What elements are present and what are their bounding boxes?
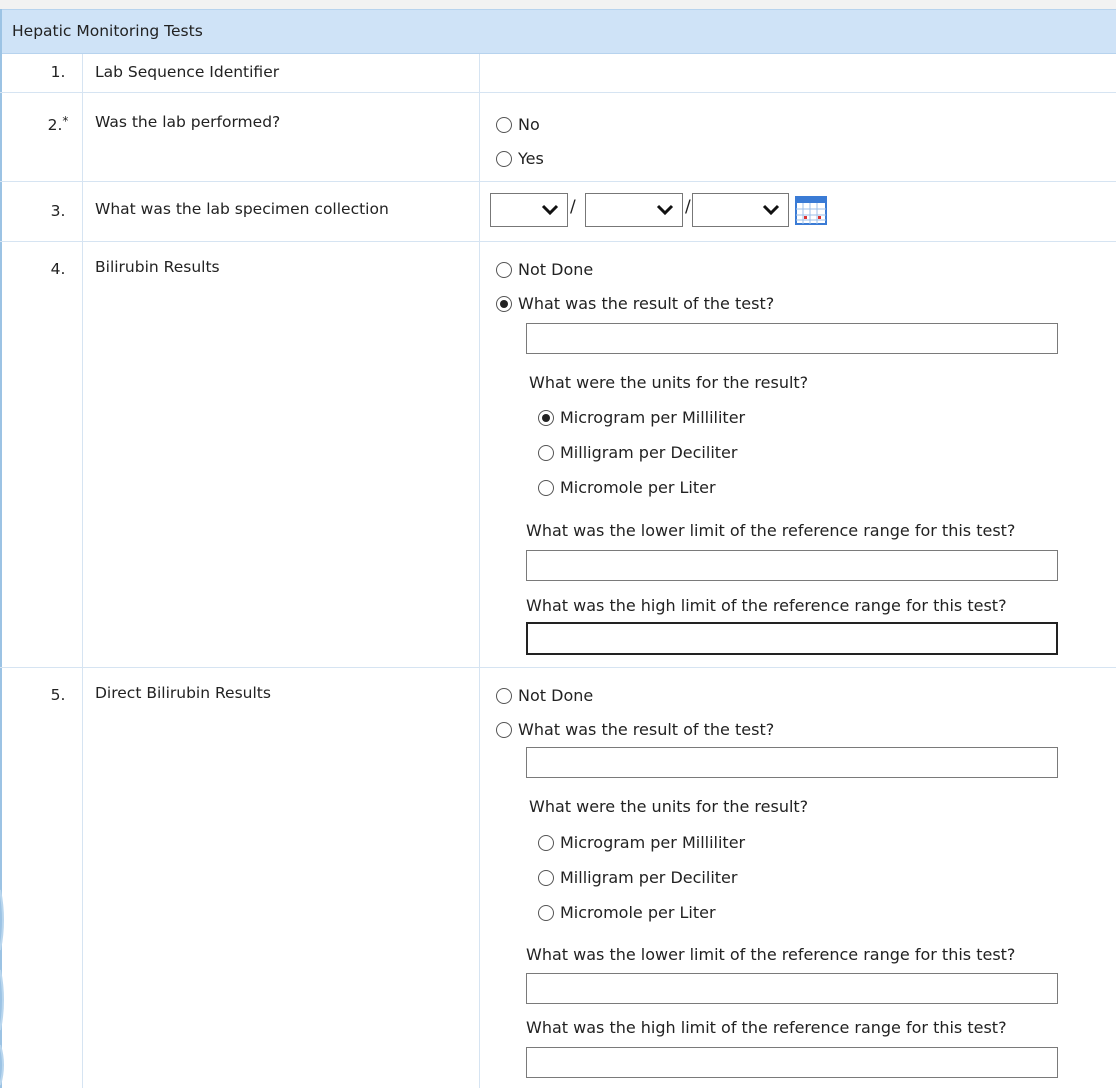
high-limit-prompt: What was the high limit of the reference… — [526, 1018, 1007, 1037]
day-select[interactable] — [585, 193, 683, 227]
option-label: No — [518, 115, 540, 134]
row-divider — [0, 667, 1116, 668]
top-strip — [0, 0, 1116, 9]
radio-button[interactable] — [538, 904, 554, 921]
lower-limit-prompt: What was the lower limit of the referenc… — [526, 521, 1016, 540]
radio-button[interactable] — [496, 150, 512, 167]
option-label: Not Done — [518, 686, 594, 705]
unit-option-mcg-ml[interactable]: Microgram per Milliliter — [538, 833, 745, 852]
chevron-down-icon — [656, 204, 674, 216]
option-label: Microgram per Milliliter — [560, 833, 746, 852]
chevron-down-icon — [762, 204, 780, 216]
option-not-done[interactable]: Not Done — [496, 686, 593, 705]
lower-limit-prompt: What was the lower limit of the referenc… — [526, 945, 1016, 964]
chevron-down-icon — [541, 204, 559, 216]
option-label: Milligram per Deciliter — [560, 443, 738, 462]
option-result[interactable]: What was the result of the test? — [496, 720, 774, 739]
row-divider — [0, 241, 1116, 242]
question-label: Was the lab performed? — [95, 113, 281, 131]
option-label: Milligram per Deciliter — [560, 868, 738, 887]
option-label: Microgram per Milliliter — [560, 408, 746, 427]
date-separator: / — [685, 197, 691, 217]
option-label: Micromole per Liter — [560, 478, 716, 497]
option-label: Yes — [518, 149, 544, 168]
calendar-icon[interactable] — [795, 196, 827, 225]
question-label: Direct Bilirubin Results — [95, 684, 271, 702]
question-number: 3. — [50, 202, 66, 220]
option-label: Micromole per Liter — [560, 903, 716, 922]
question-label: What was the lab specimen collection — [95, 200, 389, 218]
unit-option-mcg-ml[interactable]: Microgram per Milliliter — [538, 408, 745, 427]
required-asterisk: * — [62, 114, 69, 128]
question-number: 5. — [50, 686, 66, 704]
radio-button[interactable] — [538, 834, 554, 851]
units-prompt: What were the units for the result? — [529, 797, 809, 816]
column-divider — [479, 54, 480, 1088]
section-header: Hepatic Monitoring Tests — [0, 9, 1116, 54]
radio-button[interactable] — [496, 116, 512, 133]
row-divider — [0, 181, 1116, 182]
radio-button-selected[interactable] — [496, 295, 512, 312]
question-number: 2.* — [43, 114, 73, 134]
section-title: Hepatic Monitoring Tests — [12, 22, 203, 40]
radio-button[interactable] — [538, 479, 554, 496]
high-limit-input[interactable] — [526, 1047, 1058, 1078]
units-prompt: What were the units for the result? — [529, 373, 809, 392]
row-divider — [0, 92, 1116, 93]
option-no[interactable]: No — [496, 115, 540, 134]
radio-button[interactable] — [496, 261, 512, 278]
unit-option-mg-dl[interactable]: Milligram per Deciliter — [538, 443, 737, 462]
lower-limit-input[interactable] — [526, 550, 1058, 581]
number-text: 2. — [47, 116, 63, 134]
high-limit-prompt: What was the high limit of the reference… — [526, 596, 1007, 615]
option-not-done[interactable]: Not Done — [496, 260, 593, 279]
year-select[interactable] — [692, 193, 789, 227]
question-number: 1. — [50, 63, 66, 81]
option-yes[interactable]: Yes — [496, 149, 544, 168]
month-select[interactable] — [490, 193, 568, 227]
radio-button[interactable] — [496, 721, 512, 738]
option-label: What was the result of the test? — [518, 294, 775, 313]
question-label: Lab Sequence Identifier — [95, 63, 280, 81]
option-result[interactable]: What was the result of the test? — [496, 294, 774, 313]
radio-button[interactable] — [496, 687, 512, 704]
unit-option-umol-l[interactable]: Micromole per Liter — [538, 903, 716, 922]
high-limit-input[interactable] — [526, 622, 1058, 655]
option-label: Not Done — [518, 260, 594, 279]
radio-button-selected[interactable] — [538, 409, 554, 426]
question-number: 4. — [50, 260, 66, 278]
background-swirl-decoration — [0, 889, 4, 1086]
question-label: Bilirubin Results — [95, 258, 220, 276]
date-separator: / — [570, 197, 576, 217]
column-divider — [82, 54, 83, 1088]
lower-limit-input[interactable] — [526, 973, 1058, 1004]
radio-button[interactable] — [538, 869, 554, 886]
result-input[interactable] — [526, 747, 1058, 778]
unit-option-umol-l[interactable]: Micromole per Liter — [538, 478, 716, 497]
result-input[interactable] — [526, 323, 1058, 354]
option-label: What was the result of the test? — [518, 720, 775, 739]
radio-button[interactable] — [538, 444, 554, 461]
unit-option-mg-dl[interactable]: Milligram per Deciliter — [538, 868, 737, 887]
